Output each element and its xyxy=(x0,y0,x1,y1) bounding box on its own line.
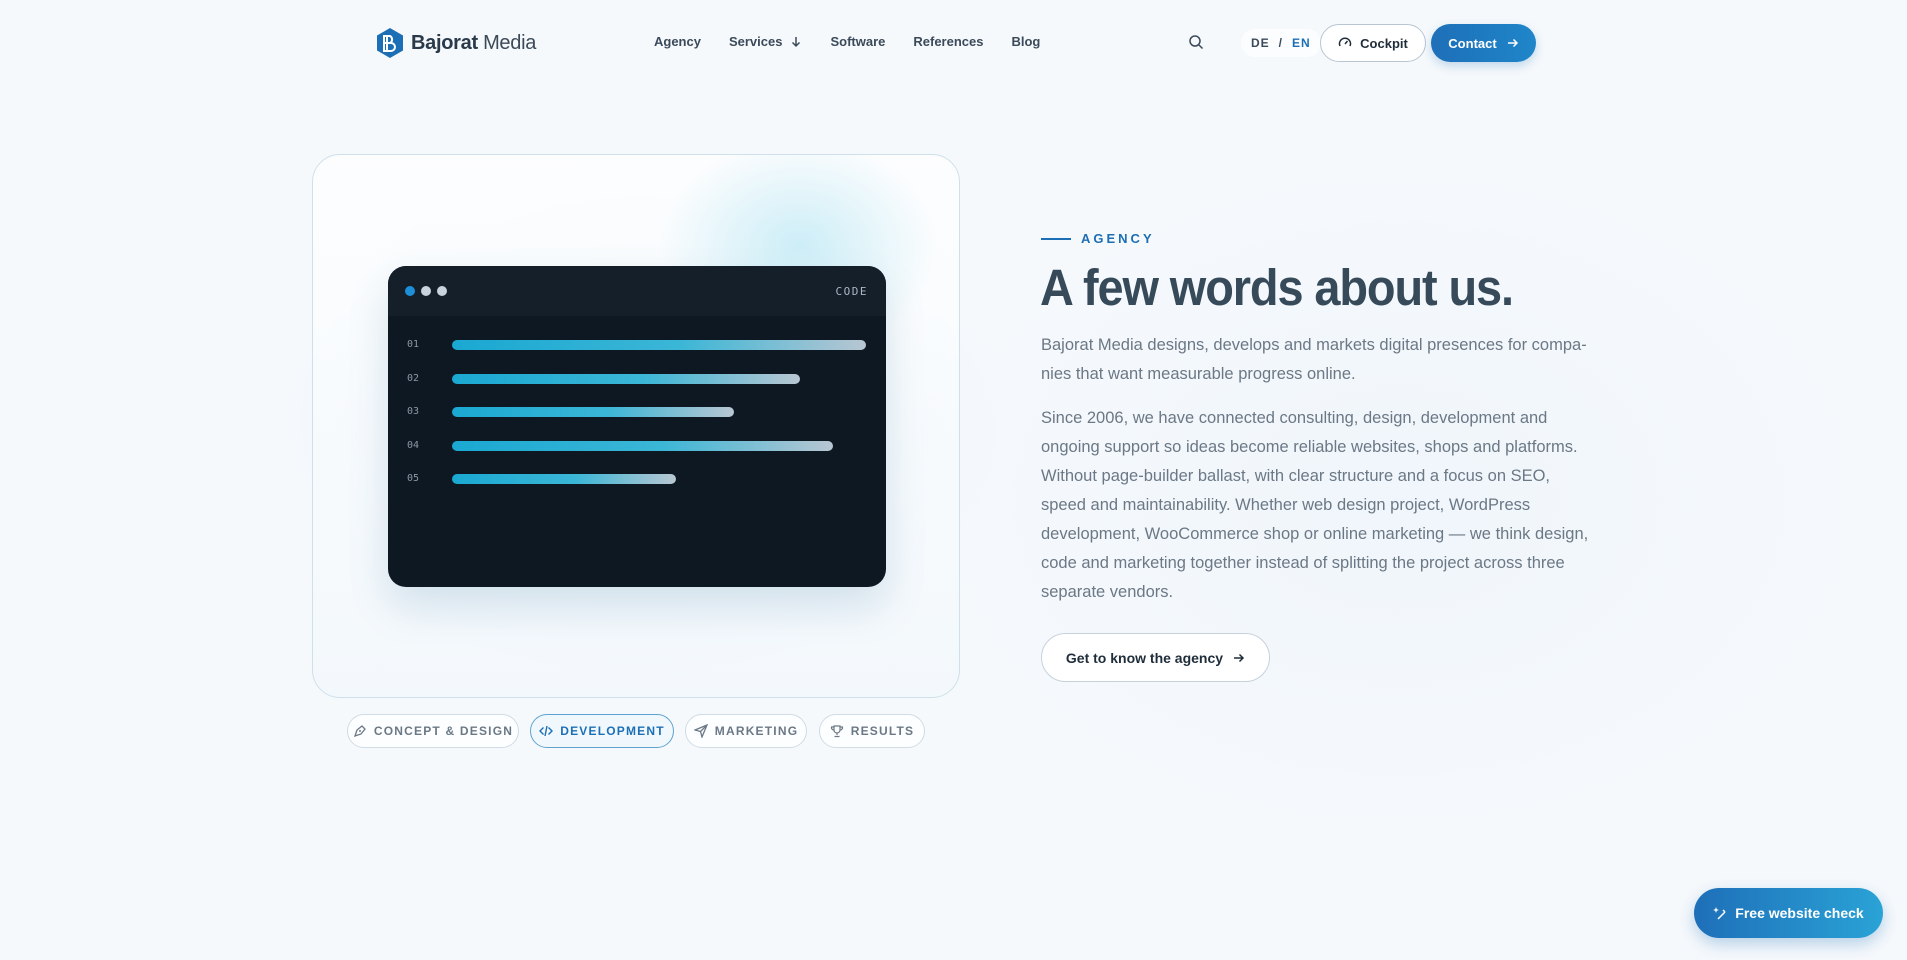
chip-label: MARKETING xyxy=(714,724,799,738)
visual-card: CODE 01 02 03 04 05 xyxy=(312,154,960,698)
logo-text: Bajorat Media xyxy=(411,31,537,54)
arrow-down-icon xyxy=(790,36,802,48)
logo[interactable]: Bajorat Media xyxy=(375,26,536,60)
cta-label: Get to know the agency xyxy=(1065,649,1224,666)
code-label: CODE xyxy=(835,285,868,298)
code-bar xyxy=(452,407,734,417)
chip-marketing[interactable]: MARKETING xyxy=(685,714,807,748)
cockpit-button[interactable]: Cockpit xyxy=(1320,24,1426,62)
code-line-number: 02 xyxy=(407,373,420,384)
code-bar xyxy=(452,474,676,484)
body-paragraph: Since 2006, we have connected consulting… xyxy=(1041,409,1589,601)
chip-results[interactable]: RESULTS xyxy=(819,714,925,748)
chip-label: RESULTS xyxy=(850,724,915,738)
lang-en[interactable]: EN xyxy=(1292,36,1311,50)
contact-button[interactable]: Contact xyxy=(1431,24,1536,62)
sparkle-icon xyxy=(1713,906,1727,920)
chip-concept-design[interactable]: CONCEPT & DESIGN xyxy=(347,714,519,748)
arrow-right-icon xyxy=(1507,37,1519,49)
main-nav: Agency Services Software References Blog xyxy=(654,34,1040,49)
pen-tool-icon xyxy=(353,724,367,738)
free-website-check-button[interactable]: Free website check xyxy=(1694,888,1883,938)
send-icon xyxy=(693,724,708,738)
intro-paragraph: Bajorat Media designs, develops and mark… xyxy=(1041,336,1587,383)
cockpit-label: Cockpit xyxy=(1360,35,1408,51)
nav-item-blog[interactable]: Blog xyxy=(1011,34,1040,49)
free-check-label: Free website check xyxy=(1735,905,1864,921)
chip-development[interactable]: DEVELOPMENT xyxy=(530,714,674,748)
contact-label: Contact xyxy=(1448,35,1497,51)
window-dot-1 xyxy=(405,286,415,296)
bajorat-logo-icon xyxy=(375,27,405,59)
chip-label: CONCEPT & DESIGN xyxy=(373,724,514,738)
gauge-icon xyxy=(1338,36,1352,50)
site-header: Bajorat Media Agency Services Software R… xyxy=(0,0,1907,86)
code-line-number: 04 xyxy=(407,440,420,451)
code-bar xyxy=(452,374,800,384)
lang-de[interactable]: DE xyxy=(1251,36,1270,50)
search-icon[interactable] xyxy=(1188,34,1206,52)
code-icon xyxy=(539,724,554,738)
eyebrow-label: AGENCY xyxy=(1081,231,1155,246)
nav-item-agency[interactable]: Agency xyxy=(654,34,701,49)
language-switcher: DE / EN xyxy=(1241,29,1321,57)
eyebrow-line xyxy=(1041,237,1071,240)
chip-label: DEVELOPMENT xyxy=(560,724,665,738)
code-bar xyxy=(452,441,833,451)
page-title: A few words about us. xyxy=(1040,259,1514,316)
trophy-icon xyxy=(830,724,844,738)
section-eyebrow: AGENCY xyxy=(1041,231,1155,246)
window-dot-3 xyxy=(437,286,447,296)
lang-separator: / xyxy=(1278,36,1284,50)
code-window: CODE 01 02 03 04 05 xyxy=(388,266,886,587)
arrow-right-icon xyxy=(1233,652,1245,664)
code-line-number: 05 xyxy=(407,473,420,484)
code-line-number: 01 xyxy=(407,339,420,350)
code-line-number: 03 xyxy=(407,406,420,417)
nav-item-references[interactable]: References xyxy=(913,34,983,49)
window-dot-2 xyxy=(421,286,431,296)
code-titlebar: CODE xyxy=(388,266,886,316)
agency-cta-button[interactable]: Get to know the agency xyxy=(1041,633,1270,682)
nav-item-services[interactable]: Services xyxy=(729,34,803,49)
code-bar xyxy=(452,340,866,350)
nav-item-software[interactable]: Software xyxy=(830,34,885,49)
